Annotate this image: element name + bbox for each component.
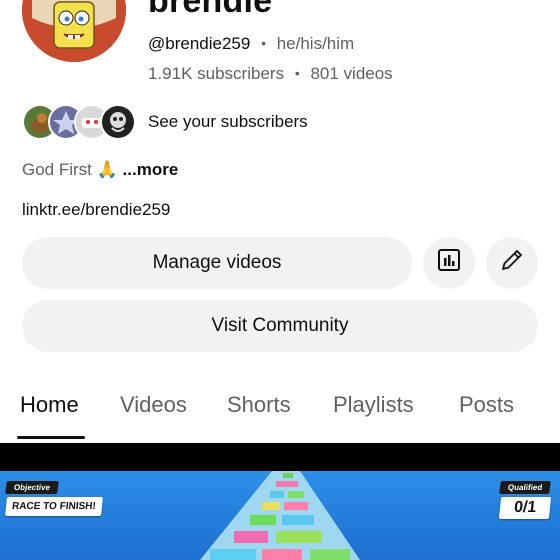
qualified-value: 0/1 bbox=[498, 497, 552, 519]
analytics-button[interactable] bbox=[423, 237, 475, 289]
featured-video[interactable]: Objective RACE TO FINISH! Qualified 0/1 bbox=[0, 443, 560, 560]
visit-community-button[interactable]: Visit Community bbox=[22, 300, 538, 352]
channel-handle: @brendie259 bbox=[148, 34, 251, 53]
channel-stats-row: 1.91K subscribers • 801 videos bbox=[148, 64, 393, 84]
channel-bio[interactable]: God First 🙏 ...more bbox=[22, 160, 178, 180]
tab-shorts[interactable]: Shorts bbox=[227, 392, 291, 418]
video-count: 801 videos bbox=[310, 64, 393, 83]
bar-chart-icon bbox=[436, 247, 462, 279]
tab-videos[interactable]: Videos bbox=[120, 392, 187, 418]
channel-handle-row: @brendie259 • he/his/him bbox=[148, 34, 354, 54]
active-tab-indicator bbox=[17, 436, 85, 439]
bio-text: God First 🙏 bbox=[22, 160, 118, 179]
see-subscribers-link[interactable]: See your subscribers bbox=[148, 112, 308, 132]
subscriber-avatar bbox=[100, 104, 136, 140]
qualified-panel: Qualified 0/1 bbox=[498, 477, 552, 519]
avatar-image bbox=[22, 0, 126, 62]
edit-channel-button[interactable] bbox=[486, 237, 538, 289]
pencil-icon bbox=[499, 247, 525, 279]
manage-videos-button[interactable]: Manage videos bbox=[22, 237, 412, 289]
qualified-tag: Qualified bbox=[498, 481, 551, 494]
channel-tabs: Home Videos Shorts Playlists Posts bbox=[0, 380, 560, 440]
subscriber-avatars[interactable] bbox=[22, 104, 136, 140]
tab-playlists[interactable]: Playlists bbox=[333, 392, 414, 418]
tab-home[interactable]: Home bbox=[20, 392, 79, 418]
separator: • bbox=[294, 65, 300, 81]
video-thumbnail: Objective RACE TO FINISH! Qualified 0/1 bbox=[0, 471, 560, 560]
separator: • bbox=[261, 35, 266, 51]
objective-tag: Objective bbox=[5, 481, 59, 494]
bio-more-link[interactable]: ...more bbox=[123, 160, 179, 179]
channel-pronouns: he/his/him bbox=[276, 34, 355, 53]
objective-panel: Objective RACE TO FINISH! bbox=[5, 477, 103, 516]
channel-link[interactable]: linktr.ee/brendie259 bbox=[22, 200, 170, 220]
subscriber-count: 1.91K subscribers bbox=[148, 64, 285, 83]
channel-name: brendie bbox=[148, 0, 273, 20]
channel-avatar[interactable] bbox=[22, 0, 126, 62]
objective-text: RACE TO FINISH! bbox=[5, 497, 103, 516]
tab-posts[interactable]: Posts bbox=[459, 392, 514, 418]
